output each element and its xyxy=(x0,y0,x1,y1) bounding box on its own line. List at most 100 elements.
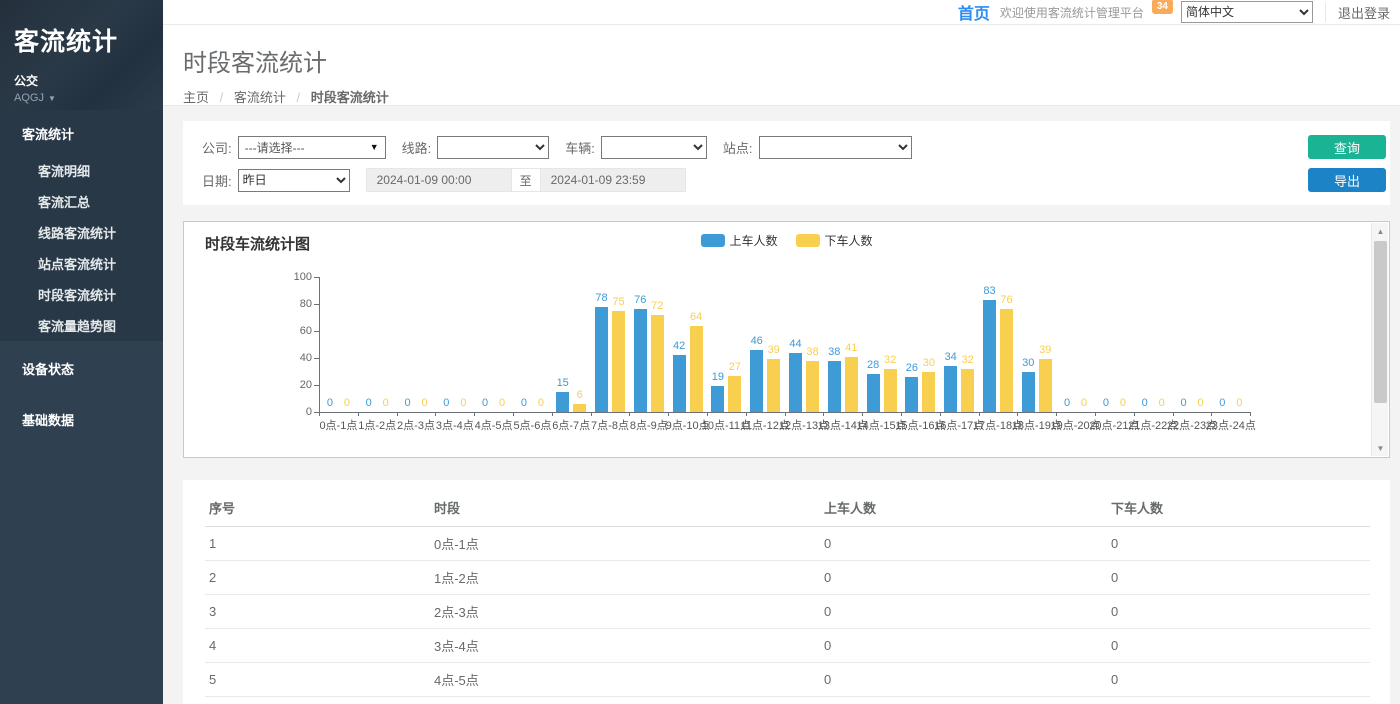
header-boarding: 上车人数 xyxy=(820,490,1107,527)
vehicle-select[interactable] xyxy=(601,136,707,159)
bar-value-boarding: 42 xyxy=(664,340,694,352)
sidebar-item-passenger-summary[interactable]: 客流汇总 xyxy=(0,186,163,217)
language-select[interactable]: 简体中文 xyxy=(1181,1,1313,23)
date-to-label: 至 xyxy=(512,168,540,192)
bar-value-alighting: 72 xyxy=(642,300,672,312)
bar-value-alighting: 76 xyxy=(992,294,1022,306)
x-tick xyxy=(513,412,514,416)
breadcrumb-passenger-stats[interactable]: 客流统计 xyxy=(234,90,286,105)
bar-alighting xyxy=(961,369,974,412)
page-heading: 时段客流统计 主页 / 客流统计 / 时段客流统计 xyxy=(163,25,1400,106)
home-link[interactable]: 首页 xyxy=(958,0,990,24)
cell-index: 5 xyxy=(205,663,430,697)
export-button[interactable]: 导出 xyxy=(1308,168,1386,192)
sidebar-item-passenger-detail[interactable]: 客流明细 xyxy=(0,155,163,186)
table-row: 6 5点-6点 0 0 xyxy=(205,697,1370,704)
bar-alighting xyxy=(922,372,935,413)
x-tick xyxy=(1173,412,1174,416)
x-tick xyxy=(785,412,786,416)
user-dropdown[interactable]: AQGJ▼ xyxy=(14,92,149,104)
cell-alighting: 0 xyxy=(1107,629,1370,663)
sidebar-item-line-stats[interactable]: 线路客流统计 xyxy=(0,217,163,248)
table-panel: 序号 时段 上车人数 下车人数 1 0点-1点 0 0 xyxy=(183,480,1390,704)
sidebar-item-device-status[interactable]: 设备状态 xyxy=(0,345,163,392)
logout-link[interactable]: 退出登录 xyxy=(1325,3,1390,22)
y-tick-label: 20 xyxy=(284,379,312,391)
y-tick xyxy=(314,277,319,278)
company-select[interactable]: ---请选择--- ▼ xyxy=(238,136,386,159)
cell-boarding: 0 xyxy=(820,561,1107,595)
chart-scrollbar[interactable]: ▲ ▼ xyxy=(1371,223,1388,456)
cell-period: 2点-3点 xyxy=(430,595,820,629)
cell-alighting: 0 xyxy=(1107,663,1370,697)
query-button[interactable]: 查询 xyxy=(1308,135,1386,159)
cell-alighting: 0 xyxy=(1107,527,1370,561)
period-table: 序号 时段 上车人数 下车人数 1 0点-1点 0 0 xyxy=(205,490,1370,704)
scroll-up-icon[interactable]: ▲ xyxy=(1372,223,1389,239)
table-row: 4 3点-4点 0 0 xyxy=(205,629,1370,663)
cell-index: 1 xyxy=(205,527,430,561)
chart-panel: 时段车流统计图 上车人数 下车人数 020406080100000点-1点001… xyxy=(183,221,1390,458)
bar-alighting xyxy=(767,359,780,412)
bar-boarding xyxy=(673,355,686,412)
y-tick xyxy=(314,358,319,359)
breadcrumb-home[interactable]: 主页 xyxy=(183,90,209,105)
bar-alighting xyxy=(651,315,664,412)
sidebar-item-passenger-stats[interactable]: 客流统计 xyxy=(0,110,163,155)
cell-index: 2 xyxy=(205,561,430,595)
bar-value-alighting: 41 xyxy=(836,342,866,354)
line-select[interactable] xyxy=(437,136,549,159)
filter-row-2: 日期: 昨日 至 xyxy=(202,168,1390,192)
x-tick xyxy=(1017,412,1018,416)
bar-value-alighting: 0 xyxy=(526,397,556,409)
date-start-input[interactable] xyxy=(366,168,512,192)
breadcrumb-separator: / xyxy=(297,90,301,105)
cell-period: 5点-6点 xyxy=(430,697,820,704)
cell-boarding: 0 xyxy=(820,629,1107,663)
sidebar-item-period-stats[interactable]: 时段客流统计 xyxy=(0,279,163,310)
cell-index: 3 xyxy=(205,595,430,629)
sidebar-item-trend-chart[interactable]: 客流量趋势图 xyxy=(0,310,163,341)
table-header-row: 序号 时段 上车人数 下车人数 xyxy=(205,490,1370,527)
sidebar-item-station-stats[interactable]: 站点客流统计 xyxy=(0,248,163,279)
org-label: 公交 xyxy=(14,72,149,89)
x-tick xyxy=(629,412,630,416)
cell-period: 1点-2点 xyxy=(430,561,820,595)
filter-row-1: 公司: ---请选择--- ▼ 线路: 车辆: 站点: xyxy=(202,135,1390,159)
cell-alighting: 0 xyxy=(1107,561,1370,595)
scrollbar-thumb[interactable] xyxy=(1374,241,1387,403)
cell-alighting: 0 xyxy=(1107,595,1370,629)
page-title: 时段客流统计 xyxy=(183,43,1400,78)
sidebar-item-base-data[interactable]: 基础数据 xyxy=(0,396,163,443)
date-end-input[interactable] xyxy=(540,168,686,192)
x-tick xyxy=(1211,412,1212,416)
bar-boarding xyxy=(595,307,608,412)
bar-boarding xyxy=(944,366,957,412)
x-tick xyxy=(435,412,436,416)
x-tick xyxy=(1056,412,1057,416)
breadcrumb: 主页 / 客流统计 / 时段客流统计 xyxy=(183,87,1400,106)
scroll-down-icon[interactable]: ▼ xyxy=(1372,440,1389,456)
bar-boarding xyxy=(789,353,802,412)
sidebar: 客流统计 公交 AQGJ▼ 客流统计 客流明细 客流汇总 线路客流统计 站点客流… xyxy=(0,0,163,704)
bar-alighting xyxy=(690,326,703,412)
date-range-group: 至 xyxy=(366,168,686,192)
bar-boarding xyxy=(711,386,724,412)
bar-value-alighting: 27 xyxy=(720,361,750,373)
y-tick-label: 100 xyxy=(284,271,312,283)
notification-badge[interactable]: 34 xyxy=(1152,0,1173,14)
y-tick-label: 80 xyxy=(284,298,312,310)
cell-period: 3点-4点 xyxy=(430,629,820,663)
table-row: 2 1点-2点 0 0 xyxy=(205,561,1370,595)
header-index: 序号 xyxy=(205,490,430,527)
bar-alighting xyxy=(806,361,819,412)
table-row: 1 0点-1点 0 0 xyxy=(205,527,1370,561)
bar-value-alighting: 0 xyxy=(1224,397,1254,409)
station-select[interactable] xyxy=(759,136,912,159)
cell-alighting: 0 xyxy=(1107,697,1370,704)
date-preset-select[interactable]: 昨日 xyxy=(238,169,350,192)
bar-value-alighting: 6 xyxy=(565,389,595,401)
vehicle-label: 车辆: xyxy=(565,138,595,157)
app-logo: 客流统计 xyxy=(14,22,149,58)
x-tick xyxy=(1250,412,1251,416)
